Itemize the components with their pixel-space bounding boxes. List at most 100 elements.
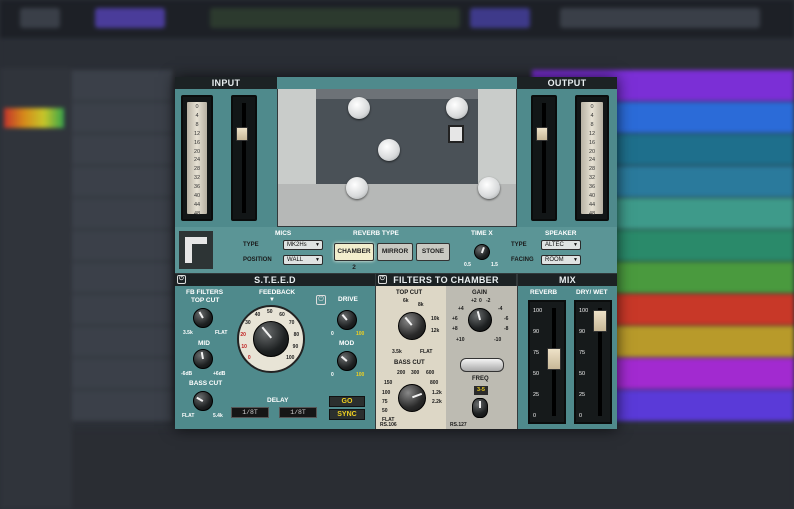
reverb-fader[interactable]: 100 90 75 50 25 0 (528, 300, 566, 424)
delay-left-display[interactable]: 1/8T (231, 407, 269, 418)
output-trim-fader[interactable] (531, 95, 557, 221)
drive-max: 100 (356, 331, 365, 337)
input-fader-cap[interactable] (236, 127, 248, 141)
feedback-tick: 30 (245, 320, 251, 327)
filter-gain-label: GAIN (472, 290, 487, 296)
filter-bass-2-2k: 2.2k (432, 399, 442, 405)
gain-minus4: -4 (498, 306, 503, 312)
fb-mid-knob[interactable] (193, 349, 213, 369)
feedback-dial[interactable]: 0 10 20 30 40 50 60 70 80 90 100 (237, 305, 305, 373)
mod-knob[interactable] (337, 351, 357, 371)
filter-bass-300: 300 (411, 370, 420, 376)
reverb-type-stone-button[interactable]: STONE (416, 243, 450, 261)
feedback-tick: 0 (247, 355, 251, 362)
speaker-facing-select[interactable]: ROOM ▼ (541, 255, 581, 265)
dry-wet-fader-cap[interactable] (593, 310, 607, 332)
input-meter-tick: 8 (195, 121, 199, 128)
time-x-min: 0.5 (464, 262, 471, 268)
output-meter-tick: 8 (590, 121, 594, 128)
freq-knob[interactable] (472, 398, 488, 418)
mic-icon[interactable] (378, 139, 400, 161)
gain-minus6: -6 (504, 316, 509, 322)
chevron-down-icon: ▼ (573, 257, 578, 263)
steed-power-icon[interactable]: ⏻ (177, 275, 186, 284)
reverb-type-label: REVERB TYPE (353, 230, 399, 237)
filter-top-cut-6k: 6k (403, 298, 409, 304)
dry-wet-fader[interactable]: 100 90 75 50 25 0 (574, 300, 612, 424)
filters-power-icon[interactable]: ⏻ (378, 275, 387, 284)
input-meter-tick: 4 (195, 112, 199, 119)
feedback-knob[interactable] (253, 321, 289, 357)
output-meter-tick: 40 (588, 193, 596, 199)
filter-bass-1-2k: 1.2k (432, 390, 442, 396)
mics-position-select[interactable]: WALL ▼ (283, 255, 323, 265)
daw-transport-bar (0, 0, 794, 38)
filter-top-cut-knob[interactable] (398, 312, 426, 340)
fb-bass-cut-max: 5.4k (213, 413, 223, 419)
dry-wet-fader-tick: 25 (579, 392, 586, 398)
reverb-type-mirror-button[interactable]: MIRROR (377, 243, 413, 261)
dry-wet-fader-tick: 50 (579, 371, 586, 377)
drive-knob[interactable] (337, 310, 357, 330)
mod-min: 0 (331, 372, 334, 378)
output-panel: 0 4 8 12 16 20 24 28 32 36 40 44 48 (517, 89, 617, 227)
delay-label: DELAY (267, 397, 289, 404)
gain-plus2: +2 (471, 298, 477, 304)
toolbar (560, 8, 760, 28)
filters-header: ⏻ FILTERS TO CHAMBER (376, 274, 516, 286)
mics-type-label: TYPE (243, 242, 259, 248)
transport-button[interactable] (470, 8, 530, 28)
output-meter-tick: 32 (588, 175, 596, 182)
feedback-tick: 70 (288, 320, 295, 327)
drive-min: 0 (331, 331, 334, 337)
mic-icon[interactable] (348, 97, 370, 119)
speaker-facing-label: FACING (511, 257, 534, 263)
fb-top-cut-knob[interactable] (193, 308, 213, 328)
filter-top-cut-10k: 10k (431, 316, 440, 322)
input-panel: 0 4 8 12 16 20 24 28 32 36 40 44 48 (175, 89, 277, 227)
filter-bass-cut-knob[interactable] (398, 384, 426, 412)
scene-strip (0, 38, 794, 68)
speaker-type-select[interactable]: ALTEC ▼ (541, 240, 581, 250)
speaker-type-value: ALTEC (545, 242, 564, 248)
mix-panel: REVERB DRY/ WET 100 90 75 50 25 0 100 90 75 50 25… (518, 286, 617, 429)
mix-header: MIX (518, 274, 617, 286)
output-fader-cap[interactable] (536, 127, 548, 141)
drive-power-icon[interactable]: ⏻ (316, 295, 326, 305)
filter-bass-800: 800 (430, 380, 439, 386)
speaker-icon[interactable] (448, 125, 464, 143)
input-meter-tick: 16 (193, 139, 201, 146)
fb-top-cut-min: 3.5k (183, 330, 193, 336)
reverb-fader-cap[interactable] (547, 348, 561, 370)
reverb-type-chamber2-button[interactable]: CHAMBER 2 (334, 243, 374, 271)
transport-button[interactable] (20, 8, 60, 28)
go-button[interactable]: GO (329, 396, 365, 407)
delay-right-display[interactable]: 1/8T (279, 407, 317, 418)
mic-icon[interactable] (446, 97, 468, 119)
input-meter-tick: 24 (193, 157, 201, 164)
filter-top-cut-flat: FLAT (420, 349, 433, 355)
mics-label: MICS (275, 230, 292, 237)
sync-button[interactable]: SYNC (329, 409, 365, 420)
chevron-down-icon: ▼ (573, 242, 578, 248)
input-meter-tick: 28 (193, 166, 201, 173)
output-meter-tick: 0 (590, 104, 594, 110)
fb-bass-cut-knob[interactable] (193, 391, 213, 411)
gain-0: 0 (479, 298, 482, 304)
time-x-knob[interactable] (474, 244, 490, 260)
dry-wet-fader-tick: 100 (579, 308, 589, 314)
room-top-rim (277, 77, 517, 89)
transport-button[interactable] (95, 8, 165, 28)
filter-gain-knob[interactable] (468, 308, 492, 332)
mic-icon[interactable] (346, 177, 368, 199)
filter-top-cut-12k: 12k (431, 328, 440, 334)
input-trim-fader[interactable] (231, 95, 257, 221)
feedback-tick: 80 (293, 331, 300, 338)
freq-switch[interactable] (460, 358, 504, 372)
drive-label: DRIVE (338, 296, 358, 303)
filters-title: FILTERS TO CHAMBER (393, 275, 499, 285)
fb-top-cut-label: TOP CUT (191, 297, 220, 304)
filters-cut-panel: TOP CUT 6k 8k 10k 12k 3.5k FLAT BASS CUT… (376, 286, 446, 429)
mic-icon[interactable] (478, 177, 500, 199)
mics-type-select[interactable]: MK2Hs ▼ (283, 240, 323, 250)
